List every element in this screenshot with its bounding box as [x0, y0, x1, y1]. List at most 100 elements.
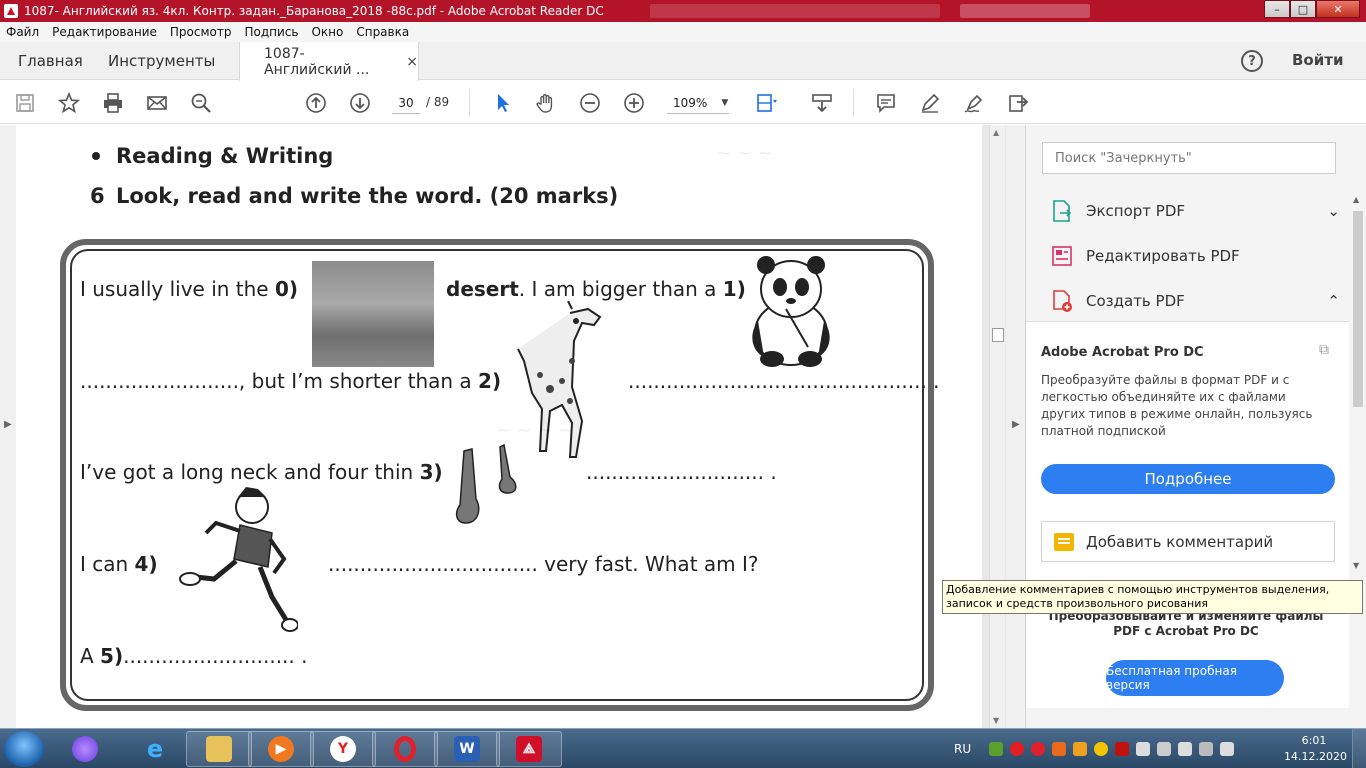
create-pdf-item[interactable]: Создать PDF ⌃ [1050, 286, 1340, 316]
clock-time: 6:01 [1301, 734, 1327, 747]
menu-file[interactable]: Файл [6, 25, 39, 39]
export-pdf-item[interactable]: Экспорт PDF ⌄ [1050, 196, 1340, 226]
create-pdf-icon [1053, 290, 1072, 312]
language-indicator[interactable]: RU [954, 742, 971, 756]
email-icon[interactable] [144, 90, 170, 116]
tab-document-label: 1087- Английский ... [264, 45, 370, 78]
fit-page-icon[interactable] [753, 90, 779, 116]
tray-app-icon[interactable] [1052, 742, 1067, 756]
zoom-search-icon[interactable] [188, 90, 214, 116]
minimize-button[interactable]: – [1264, 0, 1290, 18]
scrollbar-thumb[interactable] [992, 328, 1004, 342]
menu-sign[interactable]: Подпись [244, 25, 298, 39]
add-comment-label: Добавить комментарий [1086, 532, 1274, 551]
scroll-down-icon[interactable]: ▼ [993, 716, 999, 725]
zoom-in-icon[interactable] [621, 90, 647, 116]
tray-app-icon[interactable] [1115, 742, 1130, 756]
yandex-tray-icon[interactable] [1010, 742, 1025, 756]
menu-edit[interactable]: Редактирование [52, 25, 157, 39]
bleed-through-text: ~ ~ ~ ~ [496, 420, 574, 441]
chevron-down-icon[interactable]: ⌄ [1327, 202, 1340, 220]
scroll-up-icon[interactable]: ▲ [993, 128, 999, 137]
media-player-icon[interactable]: ▶ [248, 731, 314, 767]
menu-window[interactable]: Окно [311, 25, 343, 39]
print-icon[interactable] [100, 90, 126, 116]
page-number-input[interactable]: 30 [392, 92, 420, 114]
zoom-select[interactable]: 109% ▼ [667, 92, 729, 114]
right-pane-toggle[interactable]: ▶ [1006, 125, 1025, 728]
scroll-down-icon[interactable]: ▼ [1353, 561, 1359, 570]
bluetooth-icon[interactable] [1136, 742, 1151, 756]
copy-icon[interactable]: ⧉ [1319, 342, 1329, 358]
tools-search-input[interactable]: Поиск "Зачеркнуть" [1042, 142, 1336, 174]
yandex-browser-icon[interactable]: Y [310, 731, 376, 767]
scroll-up-icon[interactable]: ▲ [1353, 195, 1359, 204]
exercise-line: ........................., but I’m short… [80, 369, 502, 393]
clock[interactable]: 6:01 14.12.2020 [1284, 733, 1347, 765]
bookmark-star-icon[interactable] [56, 90, 82, 116]
learn-more-button[interactable]: Подробнее [1041, 464, 1335, 494]
free-trial-button[interactable]: Бесплатная пробная версия [1106, 660, 1284, 696]
promo-title: Adobe Acrobat Pro DC [1041, 345, 1204, 360]
sign-icon[interactable] [961, 90, 987, 116]
toolbar: 30 / 89 109% ▼ [0, 81, 1366, 124]
chevron-up-icon[interactable]: ⌃ [1327, 292, 1340, 310]
close-window-button[interactable]: ✕ [1316, 0, 1360, 18]
left-pane-toggle[interactable]: ▶ [0, 125, 16, 728]
toolbar-divider [469, 89, 470, 117]
document-viewport: ▶ ~ ~ ~ Reading & Writing 6 Look, read a… [0, 125, 1025, 728]
exercise-line: A 5)........................... . [80, 644, 308, 668]
maximize-button[interactable]: □ [1290, 0, 1316, 18]
tray-app-icon[interactable] [989, 742, 1004, 756]
panel-scrollbar-thumb[interactable] [1353, 211, 1363, 407]
hand-icon[interactable] [533, 90, 559, 116]
tab-document[interactable]: 1087- Английский ... × [239, 42, 419, 81]
comment-icon[interactable] [873, 90, 899, 116]
scroll-mode-icon[interactable] [809, 90, 835, 116]
document-scrollbar[interactable]: ▲ ▼ [989, 125, 1005, 728]
word-icon[interactable]: W [434, 731, 500, 767]
export-pdf-label: Экспорт PDF [1086, 202, 1186, 220]
panel-scrollbar[interactable]: ▲ ▼ [1351, 195, 1365, 575]
acrobat-icon[interactable]: ⟁ [496, 731, 562, 767]
close-tab-icon[interactable]: × [406, 54, 418, 70]
show-desktop-button[interactable] [1352, 729, 1366, 768]
clock-date: 14.12.2020 [1284, 750, 1347, 763]
highlight-pen-icon[interactable] [917, 90, 943, 116]
cortana-icon[interactable] [52, 731, 118, 767]
page-up-icon[interactable] [303, 90, 329, 116]
add-comment-button[interactable]: Добавить комментарий [1041, 521, 1335, 562]
tab-home[interactable]: Главная [18, 42, 83, 80]
section-heading: Reading & Writing [116, 144, 334, 168]
zoom-out-icon[interactable] [577, 90, 603, 116]
start-button[interactable] [4, 731, 44, 767]
expand-left-icon: ▶ [4, 419, 12, 430]
menu-view[interactable]: Просмотр [170, 25, 232, 39]
page-down-icon[interactable] [347, 90, 373, 116]
edit-pdf-icon [1052, 246, 1072, 266]
device-icon[interactable] [1157, 742, 1172, 756]
file-explorer-icon[interactable] [186, 731, 252, 767]
menu-bar: Файл Редактирование Просмотр Подпись Окн… [0, 22, 1366, 42]
internet-explorer-icon[interactable]: e [122, 731, 188, 767]
answer-dots: ............................ . [586, 460, 777, 484]
network-warning-icon[interactable] [1199, 742, 1214, 756]
menu-help[interactable]: Справка [356, 25, 409, 39]
tray-app-icon[interactable] [1094, 742, 1109, 756]
opera-icon[interactable] [372, 731, 438, 767]
sign-in-button[interactable]: Войти [1292, 51, 1343, 69]
save-icon[interactable] [12, 90, 38, 116]
create-pdf-label: Создать PDF [1086, 292, 1185, 310]
taskbar: e ▶ Y W ⟁ RU 6:01 14.12.2020 [0, 728, 1366, 768]
tab-tools[interactable]: Инструменты [108, 42, 215, 80]
edit-pdf-item[interactable]: Редактировать PDF [1050, 241, 1340, 271]
help-icon[interactable]: ? [1241, 50, 1263, 72]
tray-app-icon[interactable] [1073, 742, 1088, 756]
running-boy-illustration [179, 487, 298, 632]
volume-icon[interactable] [1178, 742, 1193, 756]
toolbar-divider [853, 89, 854, 117]
opera-tray-icon[interactable] [1031, 742, 1046, 756]
share-icon[interactable] [1005, 90, 1031, 116]
select-arrow-icon[interactable] [489, 90, 515, 116]
signal-icon[interactable] [1220, 742, 1235, 756]
